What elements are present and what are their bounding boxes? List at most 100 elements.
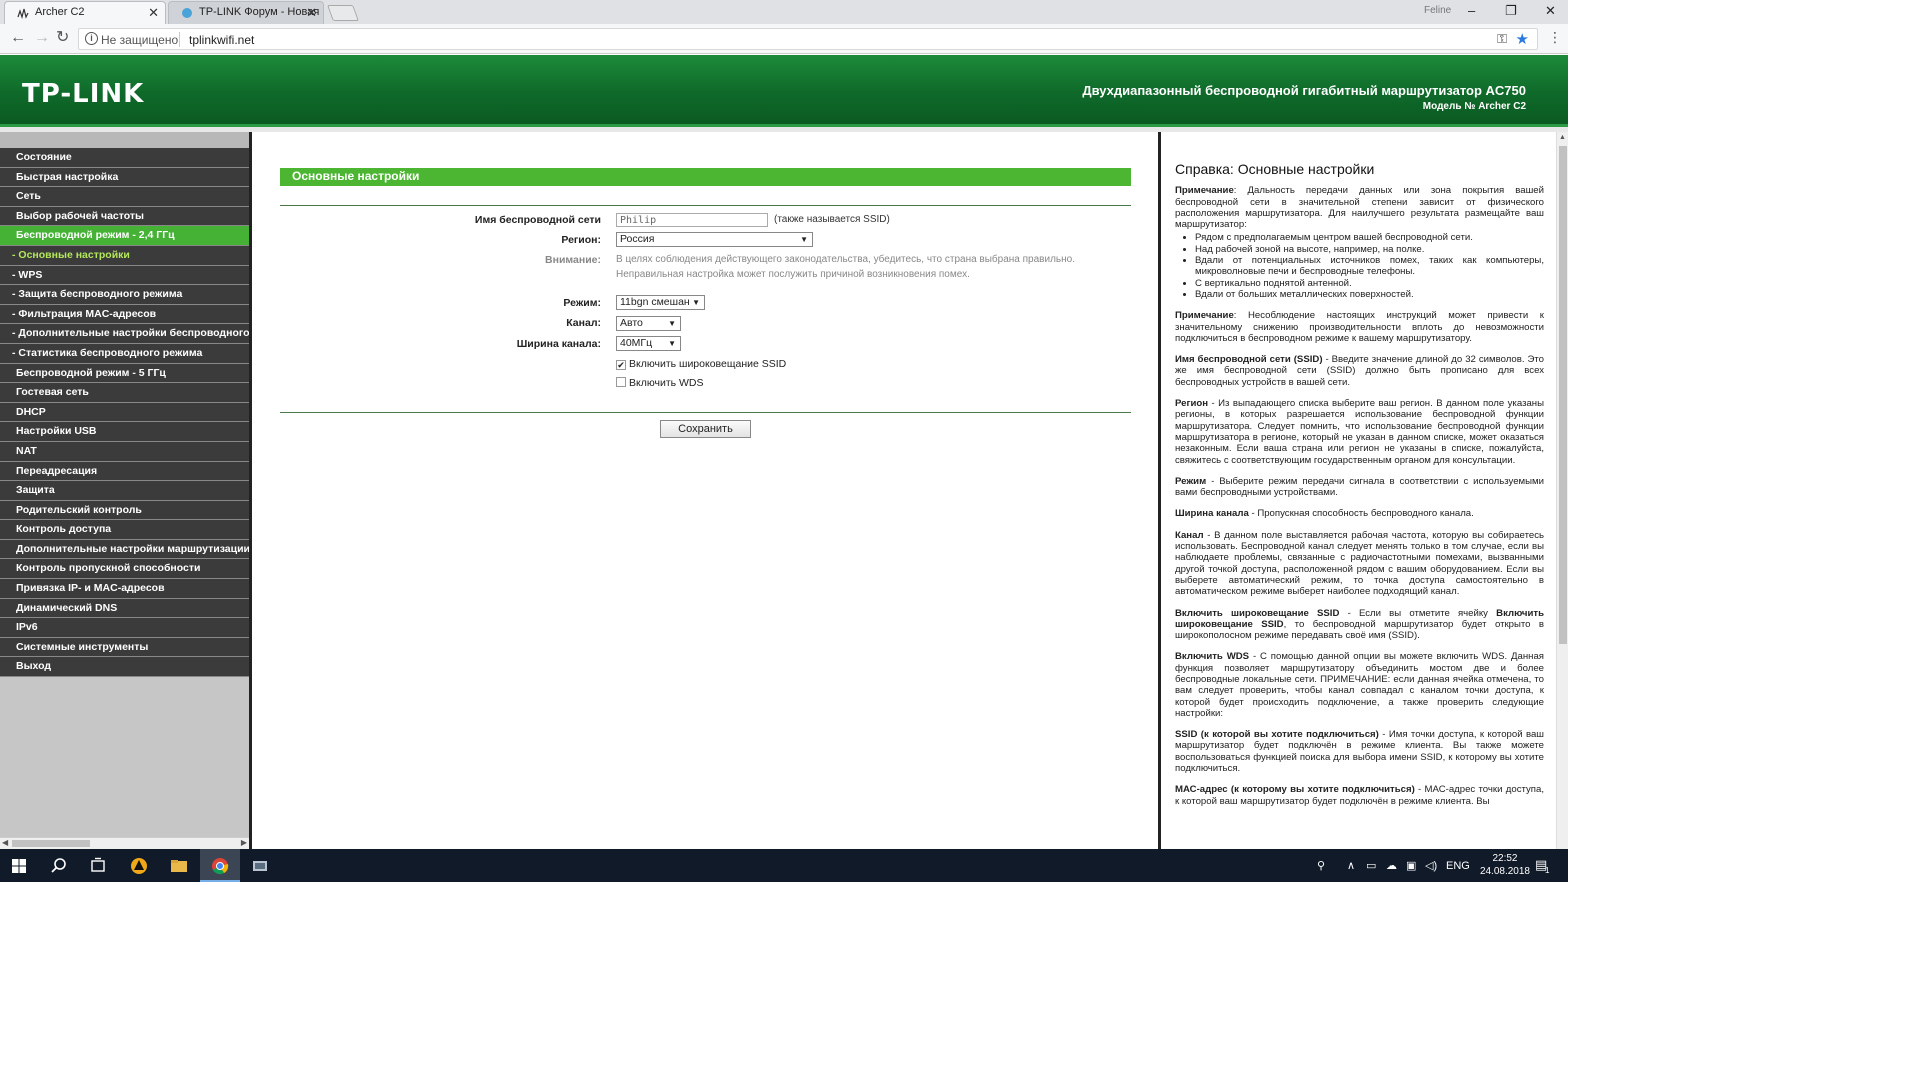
- sidebar-item[interactable]: Выход: [0, 657, 249, 678]
- sidebar-item[interactable]: - Защита беспроводного режима: [0, 285, 249, 305]
- omnibox-divider: [179, 32, 180, 47]
- sidebar-item[interactable]: - Статистика беспроводного режима: [0, 343, 249, 364]
- sidebar-item[interactable]: Переадресация: [0, 461, 249, 482]
- windows-start-icon[interactable]: [9, 856, 29, 876]
- new-tab-button[interactable]: [327, 5, 359, 21]
- router-header: TP-LINK Двухдиапазонный беспроводной гиг…: [0, 55, 1568, 127]
- scrollbar-thumb[interactable]: [1559, 146, 1567, 644]
- sidebar-item[interactable]: Настройки USB: [0, 422, 249, 442]
- close-window-button[interactable]: ✕: [1545, 3, 1556, 19]
- volume-icon[interactable]: ◁): [1425, 859, 1437, 872]
- sidebar-item[interactable]: Быстрая настройка: [0, 167, 249, 188]
- sidebar-horizontal-scrollbar[interactable]: ◀ ▶: [0, 837, 249, 849]
- close-tab-icon[interactable]: ✕: [148, 5, 159, 21]
- bookmark-star-icon[interactable]: ★: [1516, 30, 1529, 48]
- region-select[interactable]: Россия ▼: [616, 232, 813, 247]
- ssid-broadcast-checkbox[interactable]: ✔: [616, 360, 626, 370]
- info-icon[interactable]: i: [85, 32, 98, 45]
- scroll-right-icon[interactable]: ▶: [241, 838, 247, 847]
- battery-icon[interactable]: ▭: [1366, 859, 1376, 872]
- profile-name[interactable]: Feline: [1424, 5, 1451, 16]
- channel-select[interactable]: Авто ▼: [616, 316, 681, 331]
- sidebar-item[interactable]: - Фильтрация MAC-адресов: [0, 304, 249, 325]
- sidebar-item[interactable]: Защита: [0, 481, 249, 501]
- back-arrow-icon[interactable]: ←: [10, 30, 26, 46]
- save-button[interactable]: Сохранить: [660, 420, 751, 438]
- tab-tp-link-forum[interactable]: TP-LINK Форум - Новая ✕: [168, 1, 324, 24]
- sidebar-item[interactable]: Контроль пропускной способности: [0, 559, 249, 580]
- file-explorer-icon[interactable]: [169, 856, 189, 876]
- help-mode: Режим - Выберите режим передачи сигнала …: [1175, 475, 1544, 499]
- search-icon[interactable]: [49, 856, 69, 876]
- sidebar-item[interactable]: DHCP: [0, 402, 249, 423]
- sidebar-item[interactable]: Беспроводной режим - 5 ГГц: [0, 363, 249, 384]
- wds-option[interactable]: Включить WDS: [616, 377, 704, 389]
- browser-tabstrip: Archer C2 ✕ TP-LINK Форум - Новая ✕ Feli…: [0, 0, 1568, 24]
- minimize-button[interactable]: –: [1468, 3, 1475, 18]
- forward-arrow-icon[interactable]: →: [34, 30, 50, 46]
- tp-link-logo: TP-LINK: [22, 79, 145, 109]
- security-status[interactable]: Не защищено: [101, 33, 178, 47]
- tab-archer-c2[interactable]: Archer C2 ✕: [4, 1, 166, 24]
- scroll-left-icon[interactable]: ◀: [2, 838, 8, 847]
- sidebar-item[interactable]: Выбор рабочей частоты: [0, 206, 249, 227]
- help-panel: Справка: Основные настройки Примечание: …: [1158, 132, 1568, 849]
- network-icon[interactable]: ▣: [1406, 859, 1416, 872]
- sidebar-item[interactable]: Сеть: [0, 187, 249, 207]
- clock-time: 22:52: [1492, 853, 1518, 864]
- sidebar-item[interactable]: Состояние: [0, 148, 249, 168]
- region-value: Россия: [620, 233, 655, 245]
- sidebar-item[interactable]: Привязка IP- и MAC-адресов: [0, 579, 249, 599]
- sidebar-item[interactable]: Контроль доступа: [0, 520, 249, 540]
- mode-select[interactable]: 11bgn смешан ▼: [616, 295, 705, 310]
- channel-width-select[interactable]: 40МГц ▼: [616, 336, 681, 351]
- sidebar-item[interactable]: Беспроводной режим - 2,4 ГГц: [0, 226, 249, 246]
- address-bar[interactable]: i Не защищено tplinkwifi.net ⚿ ★: [78, 28, 1538, 50]
- show-hidden-icons-chevron-icon[interactable]: ∧: [1347, 859, 1355, 872]
- help-tip-item: Над рабочей зоной на высоте, например, н…: [1195, 244, 1544, 255]
- restore-button[interactable]: ❐: [1505, 3, 1517, 19]
- key-icon[interactable]: ⚿: [1497, 31, 1507, 47]
- wds-checkbox[interactable]: [616, 377, 626, 387]
- sidebar-item[interactable]: Гостевая сеть: [0, 383, 249, 403]
- sidebar-item[interactable]: - WPS: [0, 265, 249, 286]
- help-vertical-scrollbar[interactable]: ▲: [1556, 132, 1568, 849]
- aimp-app-icon[interactable]: [129, 856, 149, 876]
- sidebar-item[interactable]: NAT: [0, 441, 249, 462]
- sidebar-item[interactable]: - Дополнительные настройки беспроводного: [0, 324, 249, 344]
- ssid-hint: (также называется SSID): [774, 214, 890, 225]
- close-tab-icon[interactable]: ✕: [306, 5, 317, 21]
- url-text[interactable]: tplinkwifi.net: [189, 33, 254, 47]
- help-ssid: Имя беспроводной сети (SSID) - Введите з…: [1175, 354, 1544, 388]
- chrome-icon[interactable]: [210, 856, 230, 876]
- help-wds-ssid: SSID (к которой вы хотите подключиться) …: [1175, 729, 1544, 775]
- help-tip-item: Рядом с предполагаемым центром вашей бес…: [1195, 232, 1544, 243]
- sidebar-item[interactable]: Системные инструменты: [0, 637, 249, 658]
- task-view-icon[interactable]: [88, 856, 108, 876]
- help-mac: МАС-адрес (к которому вы хотите подключи…: [1175, 784, 1544, 807]
- sidebar-item[interactable]: - Основные настройки: [0, 245, 249, 266]
- channel-label: Канал:: [566, 317, 601, 329]
- tp-link-favicon-icon: [17, 8, 29, 19]
- browser-menu-icon[interactable]: ⋮: [1548, 30, 1562, 44]
- scroll-up-icon[interactable]: ▲: [1559, 134, 1566, 141]
- system-clock[interactable]: 22:52 24.08.2018: [1480, 852, 1530, 878]
- ssid-broadcast-option[interactable]: ✔ Включить широковещание SSID: [616, 358, 786, 370]
- sidebar-item[interactable]: Динамический DNS: [0, 598, 249, 619]
- ssid-broadcast-label: Включить широковещание SSID: [629, 358, 787, 370]
- input-language[interactable]: ENG: [1446, 860, 1470, 872]
- ssid-input[interactable]: [616, 213, 768, 227]
- sidebar-item[interactable]: Дополнительные настройки маршрутизации: [0, 539, 249, 560]
- help-tip-item: С вертикально поднятой антенной.: [1195, 278, 1544, 289]
- sidebar-nav-list: Состояние Быстрая настройка Сеть Выбор рабо…: [0, 148, 249, 678]
- router-model: Модель № Archer C2: [1422, 101, 1526, 112]
- onedrive-cloud-icon[interactable]: ☁: [1386, 859, 1397, 872]
- reload-icon[interactable]: ↻: [56, 30, 69, 46]
- sidebar-item[interactable]: Родительский контроль: [0, 500, 249, 521]
- channel-width-label: Ширина канала:: [516, 338, 601, 350]
- sidebar-item[interactable]: IPv6: [0, 618, 249, 638]
- people-icon[interactable]: ⚲: [1317, 859, 1325, 872]
- wds-label: Включить WDS: [629, 377, 704, 389]
- network-app-icon[interactable]: [250, 856, 270, 876]
- scrollbar-thumb[interactable]: [12, 840, 90, 847]
